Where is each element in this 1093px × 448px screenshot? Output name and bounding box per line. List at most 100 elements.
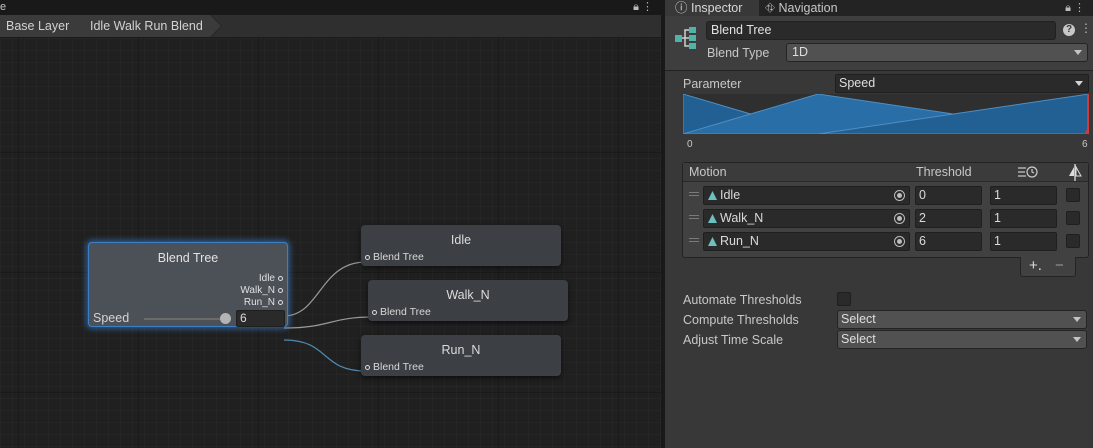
motion-node-idle[interactable]: Idle Blend Tree [361,225,561,266]
lock-icon[interactable]: 🔒︎ [633,1,639,13]
adjust-time-scale-value: Select [841,332,876,346]
threshold-field[interactable]: 6 [915,232,982,251]
mirror-checkbox[interactable] [1066,188,1080,202]
motion-list: Motion Threshold Idle 0 1 Walk_N 2 1 Run… [682,162,1089,258]
time-scale-field[interactable]: 1 [990,232,1057,251]
drag-handle-icon[interactable] [689,238,699,242]
port-dot-icon[interactable] [365,254,370,260]
breadcrumb-base-layer-label: Base Layer [6,19,70,33]
output-port-walk[interactable]: Walk_N [240,285,283,296]
column-header-motion: Motion [689,165,727,179]
time-scale-icon [1018,166,1038,178]
inspector-tab-icons: 🔒︎ ⋮ [1065,0,1085,16]
navigation-icon: ⛗ [765,1,776,15]
output-port-label: Idle [258,273,275,284]
blend-type-dropdown[interactable]: 1D [786,43,1088,62]
output-port-label: Walk_N [240,285,275,296]
motion-field[interactable]: Walk_N [703,209,910,228]
help-icon[interactable]: ? [1063,24,1075,36]
mirror-checkbox[interactable] [1066,234,1080,248]
more-menu-icon[interactable]: ⋮ [1074,2,1085,14]
object-picker-icon[interactable] [894,236,905,247]
mirror-icon [1069,164,1082,181]
port-dot-icon[interactable] [278,287,283,293]
object-picker-icon[interactable] [894,213,905,224]
output-port-idle[interactable]: Idle [259,273,283,284]
add-motion-button[interactable]: +. [1029,258,1042,274]
speed-slider-track[interactable] [144,318,226,320]
blend-weights-graph[interactable] [683,94,1089,134]
animator-graph-panel: e 🔒︎ ⋮ Base Layer Idle Walk Run Blend Id… [0,0,661,448]
graph-tab-icons: 🔒︎ ⋮ [633,0,653,15]
motion-list-footer: +. − [1020,257,1076,277]
mirror-checkbox[interactable] [1066,211,1080,225]
object-picker-icon[interactable] [894,190,905,201]
blend-tree-node[interactable]: Blend Tree Idle Walk_N Run_N Speed 6 [88,242,288,327]
chevron-down-icon [1073,317,1081,322]
tab-label: Inspector [691,1,743,15]
tab-label: Navigation [778,1,838,15]
tab-navigation[interactable]: ⛗ Navigation [765,0,838,16]
compute-thresholds-dropdown[interactable]: Select [837,310,1087,329]
port-dot-icon[interactable] [278,275,283,281]
adjust-time-scale-label: Adjust Time Scale [683,333,784,347]
port-dot-icon[interactable] [372,309,377,315]
parameter-value: Speed [839,76,876,90]
blend-tree-icon [675,27,696,49]
motion-field[interactable]: Run_N [703,232,910,251]
drag-handle-icon[interactable] [689,215,699,219]
node-input-port: Blend Tree [365,361,424,373]
adjust-time-scale-dropdown[interactable]: Select [837,330,1087,349]
output-port-label: Run_N [243,297,275,308]
range-max-label: 6 [1082,139,1088,150]
chevron-down-icon [1075,81,1083,86]
inspector-header: Blend Tree ? ⋮ Blend Type 1D [665,16,1093,71]
automate-thresholds-checkbox[interactable] [837,292,851,306]
port-label: Blend Tree [373,251,424,263]
parameter-dropdown[interactable]: Speed [835,74,1089,93]
tab-inspector[interactable]: ⓘ Inspector [665,0,759,16]
port-label: Blend Tree [373,361,424,373]
graph-tab-label[interactable]: e [0,0,6,15]
lock-icon[interactable]: 🔒︎ [1065,2,1071,14]
motion-node-walk[interactable]: Walk_N Blend Tree [368,280,568,321]
animation-clip-icon [708,191,717,200]
blend-tree-node-title: Blend Tree [157,251,219,265]
graph-tab-bar: e 🔒︎ ⋮ [0,0,661,15]
port-label: Blend Tree [380,306,431,318]
blend-tree-name-field[interactable]: Blend Tree [706,21,1056,40]
speed-value-field[interactable]: 6 [236,310,285,327]
threshold-field[interactable]: 2 [915,209,982,228]
animation-clip-icon [708,214,717,223]
motion-name: Idle [720,188,741,202]
motion-name: Run_N [720,234,759,248]
breadcrumb-blend-layer-label: Idle Walk Run Blend [90,19,203,33]
parameter-label: Parameter [683,77,742,91]
inspector-panel: ⓘ Inspector ⛗ Navigation 🔒︎ ⋮ Blend Tree… [665,0,1093,448]
chevron-down-icon [1074,50,1082,55]
node-input-port: Blend Tree [372,306,431,318]
breadcrumb-base-layer[interactable]: Base Layer [0,15,92,37]
port-dot-icon[interactable] [365,364,370,370]
more-menu-icon[interactable]: ⋮ [642,1,653,13]
port-dot-icon[interactable] [278,299,283,305]
threshold-field[interactable]: 0 [915,186,982,205]
motion-node-run[interactable]: Run_N Blend Tree [361,335,561,376]
column-header-threshold: Threshold [916,165,972,179]
remove-motion-button[interactable]: − [1055,258,1064,274]
speed-slider-thumb[interactable] [220,313,231,324]
breadcrumb: Base Layer Idle Walk Run Blend [0,15,661,38]
motion-field[interactable]: Idle [703,186,910,205]
blend-type-value: 1D [792,45,808,59]
animation-clip-icon [708,237,717,246]
breadcrumb-blend-layer[interactable]: Idle Walk Run Blend [80,15,222,37]
output-port-run[interactable]: Run_N [244,297,283,308]
component-menu-icon[interactable]: ⋮ [1080,21,1092,35]
drag-handle-icon[interactable] [689,192,699,196]
speed-parameter-label: Speed [93,311,130,325]
node-input-port: Blend Tree [365,251,424,263]
time-scale-field[interactable]: 1 [990,186,1057,205]
time-scale-field[interactable]: 1 [990,209,1057,228]
blend-type-label: Blend Type [707,46,770,60]
motion-row: Run_N 6 1 [683,230,1088,253]
